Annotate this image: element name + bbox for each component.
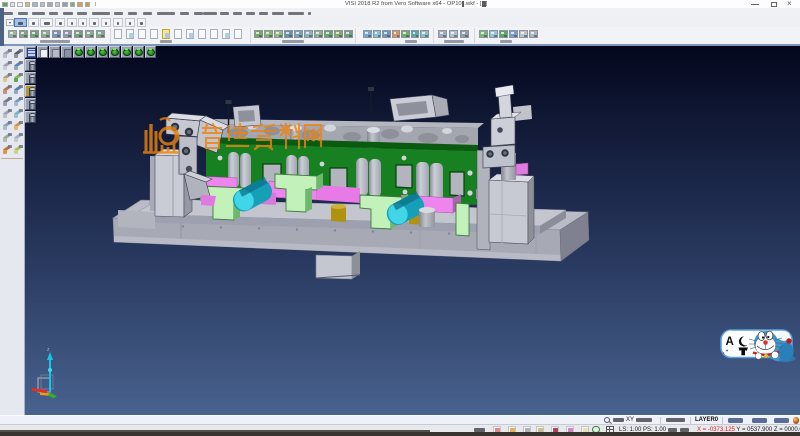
svg-text:A: A [726,336,734,348]
